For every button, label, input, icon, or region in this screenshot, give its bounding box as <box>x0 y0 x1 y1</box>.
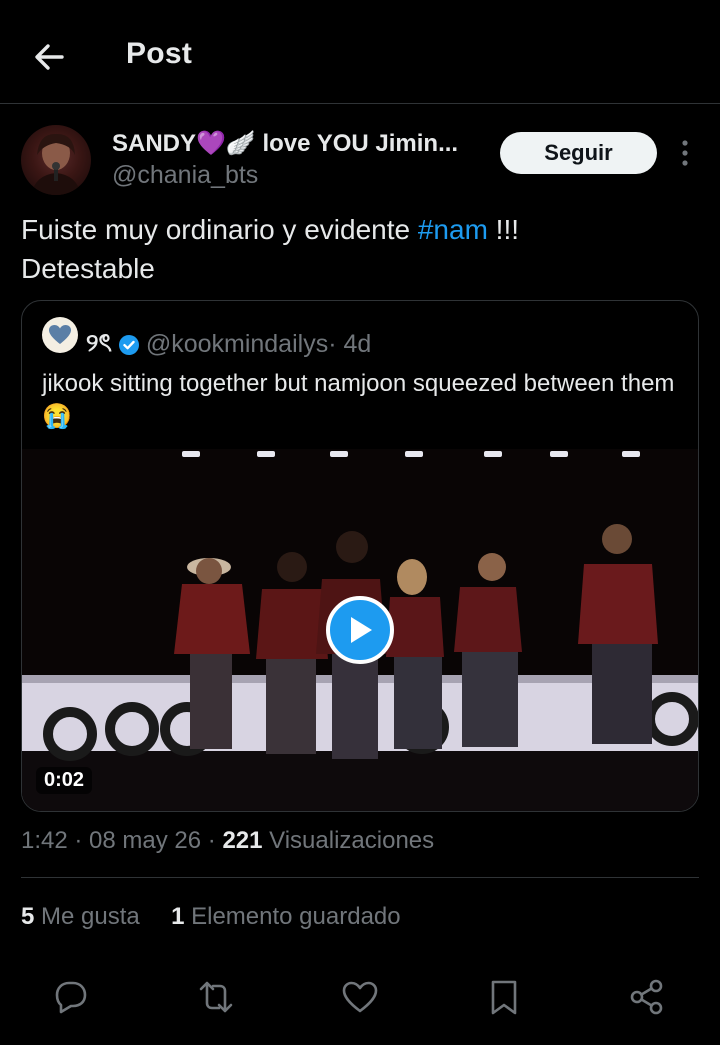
quote-text: jikook sitting together but namjoon sque… <box>42 370 675 430</box>
share-button[interactable] <box>625 975 669 1019</box>
saves-stat[interactable]: 1 Elemento guardado <box>171 903 401 930</box>
like-icon <box>342 981 378 1013</box>
action-bar <box>0 975 720 1021</box>
video-duration: 0:02 <box>36 767 93 794</box>
saves-label: Elemento guardado <box>184 903 401 930</box>
bookmark-button[interactable] <box>482 975 526 1019</box>
quote-author-handle[interactable]: @kookmindailys <box>146 330 328 359</box>
quoted-post[interactable]: ୨ৎ @kookmindailys · 4d jikook sitting to… <box>21 300 699 812</box>
author-name[interactable]: SANDY💜🪽 love YOU Jimin... <box>112 129 458 158</box>
verified-badge-icon <box>118 334 140 356</box>
engagement-stats: 5 Me gusta 1 Elemento guardado <box>21 903 401 931</box>
reply-button[interactable] <box>49 975 93 1019</box>
repost-button[interactable] <box>194 975 238 1019</box>
post-text-start: Fuiste muy ordinario y evidente <box>21 214 418 245</box>
quote-time: · 4d <box>328 330 372 358</box>
video-player[interactable]: 0:02 <box>22 449 698 811</box>
views-label: Visualizaciones <box>262 827 435 854</box>
quote-avatar[interactable] <box>42 317 78 353</box>
arrow-left-icon <box>35 44 64 70</box>
reply-icon <box>55 981 87 1014</box>
avatar[interactable] <box>21 125 91 195</box>
more-vertical-icon <box>682 140 688 166</box>
page-title: Post <box>126 37 193 70</box>
bookmark-icon <box>491 980 517 1015</box>
play-icon <box>351 617 372 643</box>
views-count: 221 <box>222 827 263 854</box>
quote-header: ୨ৎ @kookmindailys · 4d <box>86 323 371 366</box>
likes-stat[interactable]: 5 Me gusta <box>21 903 140 930</box>
more-options-button[interactable] <box>670 136 700 170</box>
author-handle[interactable]: @chania_bts <box>112 161 258 190</box>
likes-count: 5 <box>21 903 35 930</box>
top-bar: Post <box>0 0 720 104</box>
heart-avatar-icon <box>49 325 71 344</box>
follow-button[interactable]: Seguir <box>500 132 657 174</box>
divider <box>21 877 699 878</box>
back-button[interactable] <box>28 36 70 78</box>
quote-author-name[interactable]: ୨ৎ <box>86 323 112 366</box>
avatar-image <box>31 133 81 195</box>
post-meta: 1:42 · 08 may 26 · 221 Visualizaciones <box>21 827 434 855</box>
post-timestamp: 1:42 · 08 may 26 · <box>21 827 223 854</box>
play-button[interactable] <box>326 596 394 664</box>
saves-count: 1 <box>171 903 185 930</box>
repost-icon <box>199 981 233 1013</box>
hashtag-link[interactable]: #nam <box>418 214 488 245</box>
post-text: Fuiste muy ordinario y evidente #nam !!!… <box>21 210 701 288</box>
like-button[interactable] <box>338 975 382 1019</box>
likes-label: Me gusta <box>34 903 140 930</box>
share-icon <box>630 979 663 1015</box>
